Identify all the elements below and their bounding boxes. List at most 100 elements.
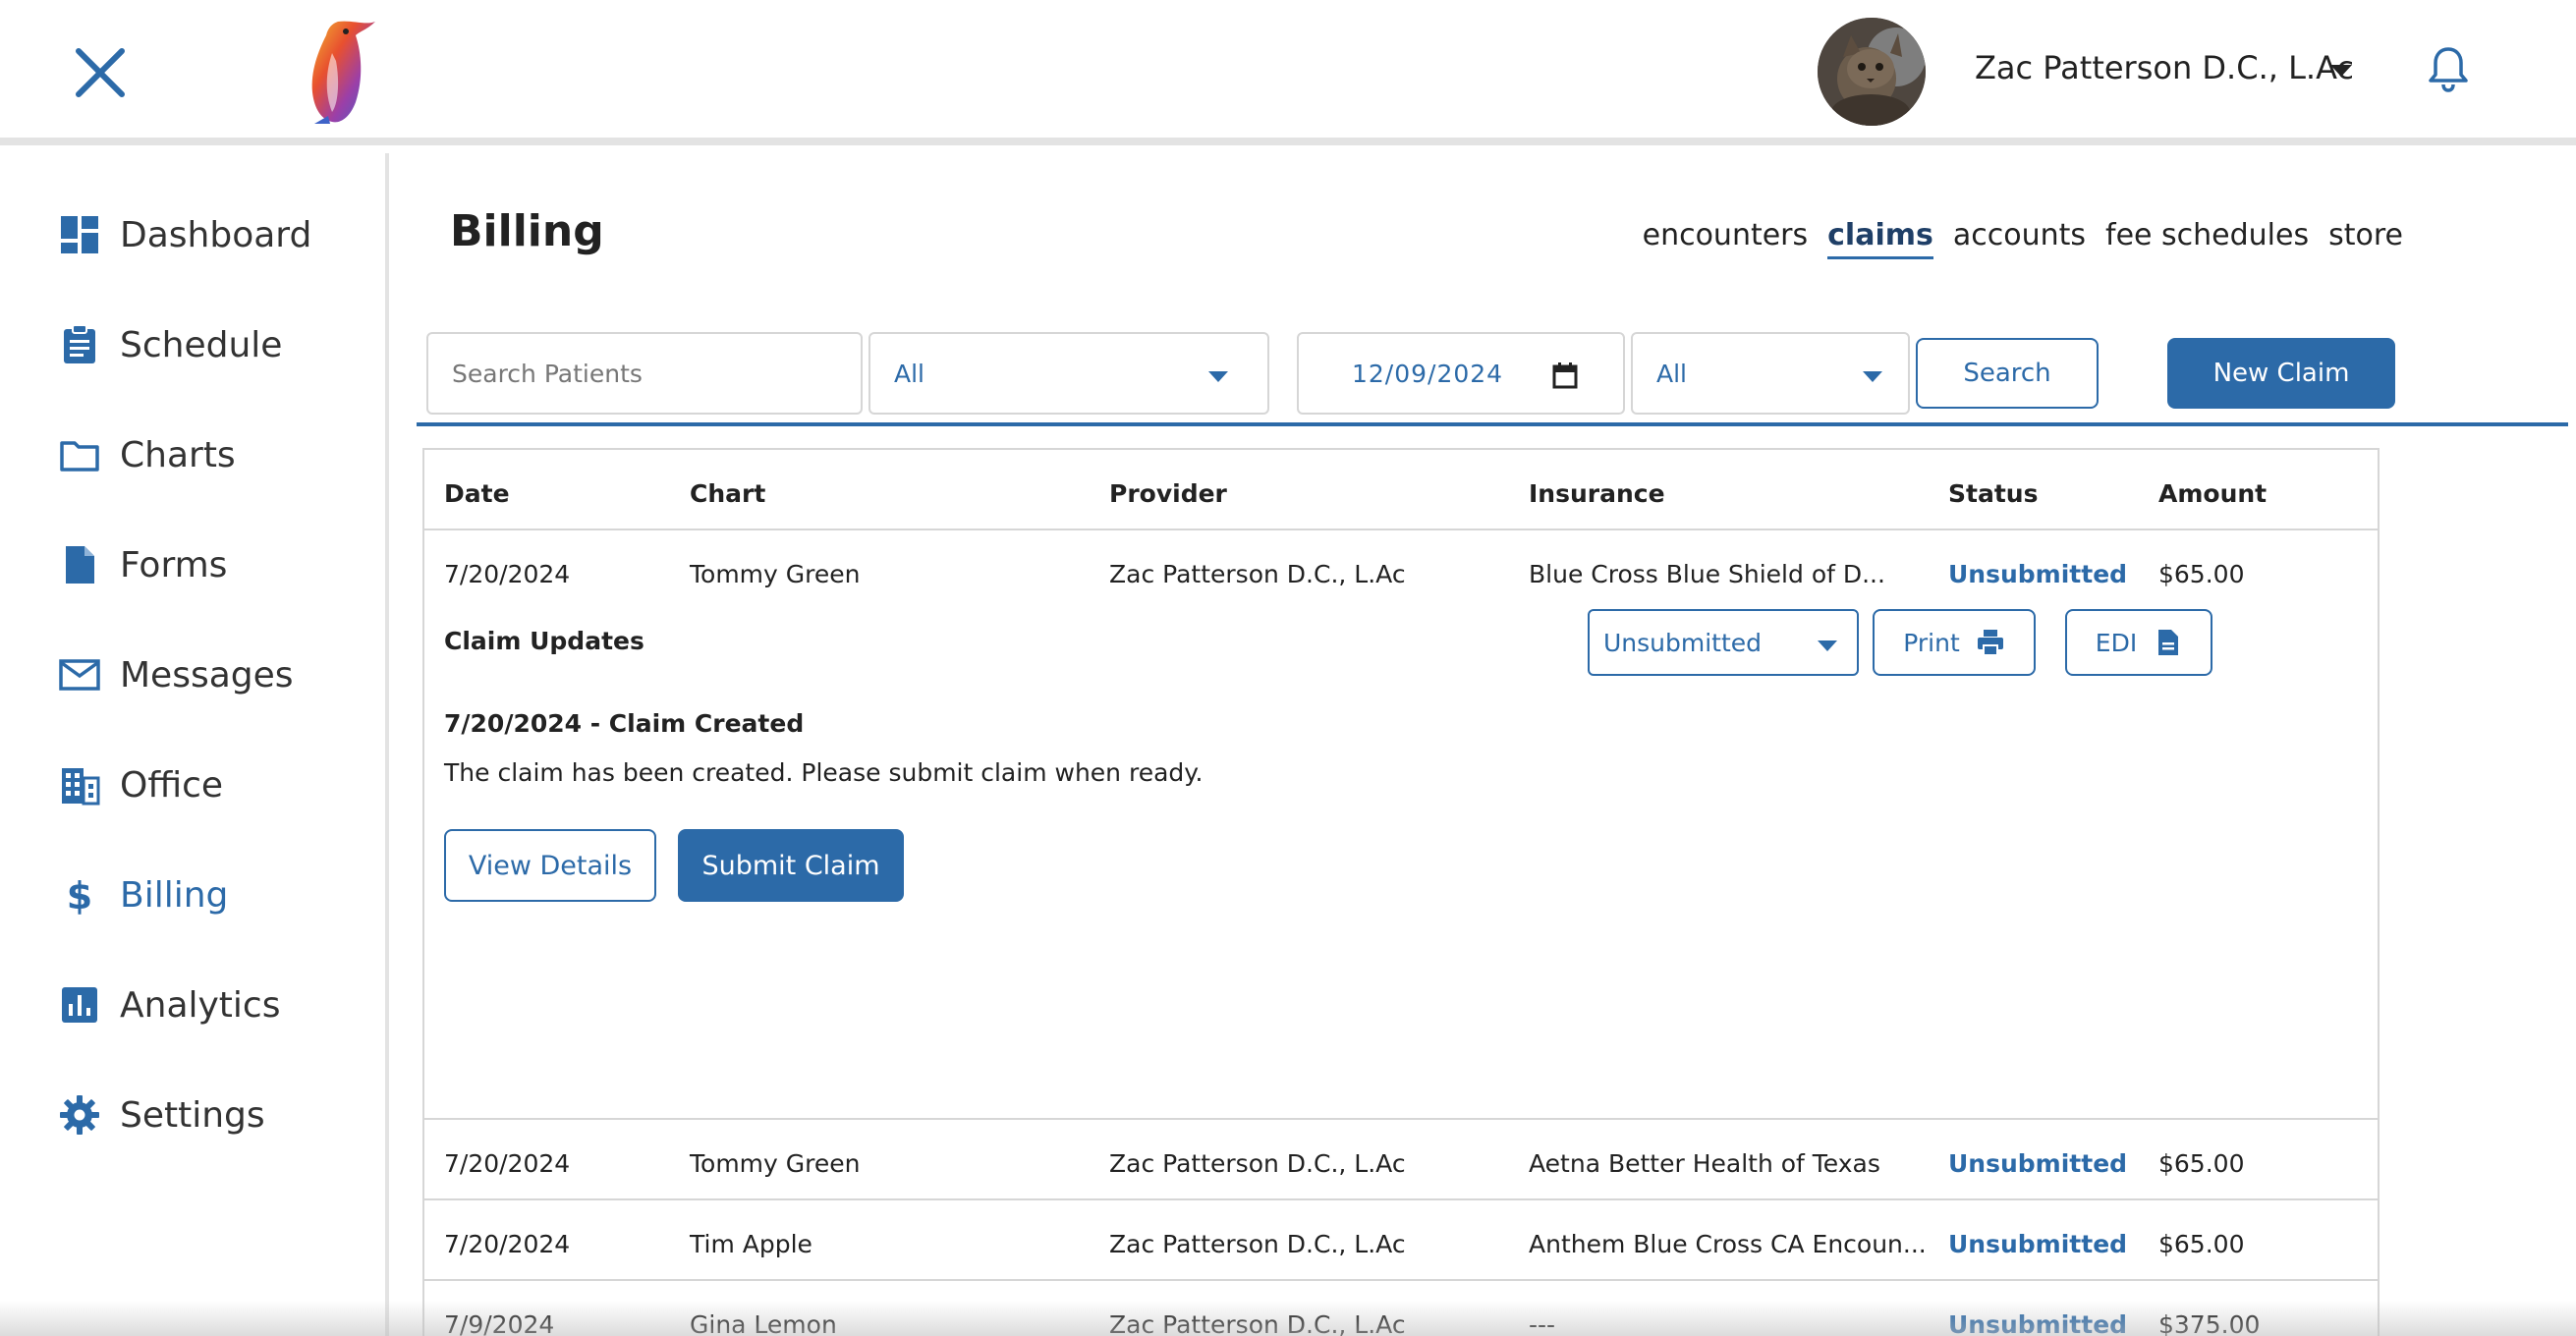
bar-chart-icon: [62, 987, 97, 1023]
page-title: Billing: [450, 206, 604, 256]
svg-text:$: $: [67, 874, 92, 916]
document-icon: [2158, 630, 2179, 655]
table-row[interactable]: 7/9/2024 Gina Lemon Zac Patterson D.C., …: [424, 1281, 2378, 1336]
sidebar-item-forms[interactable]: Forms: [59, 530, 373, 599]
cell-status: Unsubmitted: [1948, 1149, 2128, 1178]
edi-button[interactable]: EDI: [2065, 609, 2212, 676]
table-row[interactable]: 7/20/2024 Tim Apple Zac Patterson D.C., …: [424, 1200, 2378, 1281]
claims-filter-bar: Search Patients All 12/09/2024 All Searc…: [426, 332, 2576, 415]
sidebar-item-billing[interactable]: $ Billing: [59, 861, 373, 929]
chevron-down-icon: [1863, 371, 1882, 382]
calendar-icon[interactable]: [1552, 362, 1578, 389]
chevron-down-icon[interactable]: [2330, 65, 2352, 77]
cell-provider: Zac Patterson D.C., L.Ac: [1109, 1230, 1406, 1258]
claim-status-value: Unsubmitted: [1603, 628, 1763, 657]
tab-encounters[interactable]: encounters: [1643, 218, 1809, 259]
document-icon: [66, 546, 94, 584]
cell-insurance: Aetna Better Health of Texas: [1529, 1149, 1880, 1178]
dashboard-icon: [61, 216, 98, 253]
sidebar-item-messages[interactable]: Messages: [59, 640, 373, 709]
cell-date: 7/20/2024: [444, 1149, 571, 1178]
tab-store[interactable]: store: [2328, 218, 2403, 259]
search-placeholder: Search Patients: [452, 359, 643, 388]
penguin-logo: [311, 21, 375, 124]
claim-details-panel: Claim Updates Unsubmitted Print EDI 7/20…: [424, 530, 2378, 1120]
cell-status: Unsubmitted: [1948, 1230, 2128, 1258]
search-input[interactable]: Search Patients: [426, 332, 863, 415]
chevron-down-icon: [1208, 371, 1228, 382]
cell-chart: Gina Lemon: [690, 1310, 837, 1336]
print-button[interactable]: Print: [1873, 609, 2036, 676]
column-header-chart[interactable]: Chart: [690, 479, 765, 508]
cell-chart: Tim Apple: [690, 1230, 812, 1258]
status-select[interactable]: All: [1631, 332, 1910, 415]
column-header-date[interactable]: Date: [444, 479, 510, 508]
column-header-status[interactable]: Status: [1948, 479, 2038, 508]
cell-provider: Zac Patterson D.C., L.Ac: [1109, 1149, 1406, 1178]
status-select-value: All: [1656, 359, 1687, 388]
sidebar-item-settings[interactable]: Settings: [59, 1081, 373, 1149]
sidebar-item-label: Schedule: [120, 324, 283, 365]
sidebar-item-analytics[interactable]: Analytics: [59, 971, 373, 1039]
sidebar-item-charts[interactable]: Charts: [59, 420, 373, 489]
edi-button-label: EDI: [2095, 628, 2138, 657]
close-icon[interactable]: [69, 41, 132, 104]
claim-update-message: The claim has been created. Please submi…: [444, 758, 1204, 787]
sidebar-item-label: Office: [120, 764, 224, 806]
new-claim-button[interactable]: New Claim: [2167, 338, 2395, 409]
sidebar-item-schedule[interactable]: Schedule: [59, 310, 373, 379]
table-row[interactable]: 7/20/2024 Tommy Green Zac Patterson D.C.…: [424, 1120, 2378, 1200]
column-header-provider[interactable]: Provider: [1109, 479, 1227, 508]
sidebar-item-label: Dashboard: [120, 214, 312, 255]
folder-icon: [60, 441, 99, 472]
mail-icon: [59, 659, 100, 691]
cell-provider: Zac Patterson D.C., L.Ac: [1109, 1310, 1406, 1336]
cell-insurance: ---: [1529, 1310, 1556, 1336]
avatar[interactable]: [1818, 18, 1926, 126]
sidebar-item-dashboard[interactable]: Dashboard: [59, 200, 373, 269]
tab-claims[interactable]: claims: [1827, 218, 1933, 259]
view-details-button[interactable]: View Details: [444, 829, 656, 902]
main-content: Billing encounters claims accounts fee s…: [397, 153, 2576, 1336]
table-header: Date Chart Provider Insurance Status Amo…: [424, 450, 2378, 530]
sidebar-item-label: Settings: [120, 1094, 265, 1136]
building-icon: [62, 768, 100, 806]
column-header-amount[interactable]: Amount: [2158, 479, 2267, 508]
provider-select[interactable]: All: [868, 332, 1269, 415]
search-button[interactable]: Search: [1916, 338, 2099, 409]
cell-amount: $65.00: [2158, 1230, 2245, 1258]
print-button-label: Print: [1903, 628, 1960, 657]
bell-icon[interactable]: [2427, 45, 2470, 94]
claims-table: Date Chart Provider Insurance Status Amo…: [422, 448, 2380, 1336]
sidebar-item-label: Forms: [120, 544, 228, 585]
dollar-icon: $: [67, 874, 92, 916]
user-menu[interactable]: Zac Patterson D.C., L.Ac: [1975, 49, 2354, 86]
cell-insurance: Anthem Blue Cross CA Encoun...: [1529, 1230, 1927, 1258]
toolbar-divider: [417, 422, 2568, 426]
sidebar-item-office[interactable]: Office: [59, 751, 373, 819]
claim-status-select[interactable]: Unsubmitted: [1588, 609, 1859, 676]
cell-chart: Tommy Green: [690, 1149, 861, 1178]
chevron-down-icon: [1818, 640, 1837, 651]
clipboard-icon: [64, 324, 95, 363]
cell-date: 7/9/2024: [444, 1310, 555, 1336]
cell-date: 7/20/2024: [444, 1230, 571, 1258]
claim-updates-heading: Claim Updates: [444, 627, 644, 655]
provider-select-value: All: [894, 359, 924, 388]
cell-amount: $65.00: [2158, 1149, 2245, 1178]
tab-fee-schedules[interactable]: fee schedules: [2105, 218, 2309, 259]
gear-icon: [60, 1095, 99, 1135]
billing-tabs: encounters claims accounts fee schedules…: [1643, 218, 2403, 259]
submit-claim-button[interactable]: Submit Claim: [678, 829, 904, 902]
cat-photo: [1818, 18, 1926, 126]
tab-accounts[interactable]: accounts: [1953, 218, 2086, 259]
sidebar-item-label: Charts: [120, 434, 236, 475]
cell-amount: $375.00: [2158, 1310, 2261, 1336]
sidebar-item-label: Messages: [120, 654, 294, 696]
printer-icon: [1977, 630, 2003, 656]
claim-update-title: 7/20/2024 - Claim Created: [444, 709, 805, 738]
date-field[interactable]: 12/09/2024: [1297, 332, 1625, 415]
column-header-insurance[interactable]: Insurance: [1529, 479, 1665, 508]
top-bar: Zac Patterson D.C., L.Ac: [0, 0, 2576, 145]
cell-status: Unsubmitted: [1948, 1310, 2128, 1336]
